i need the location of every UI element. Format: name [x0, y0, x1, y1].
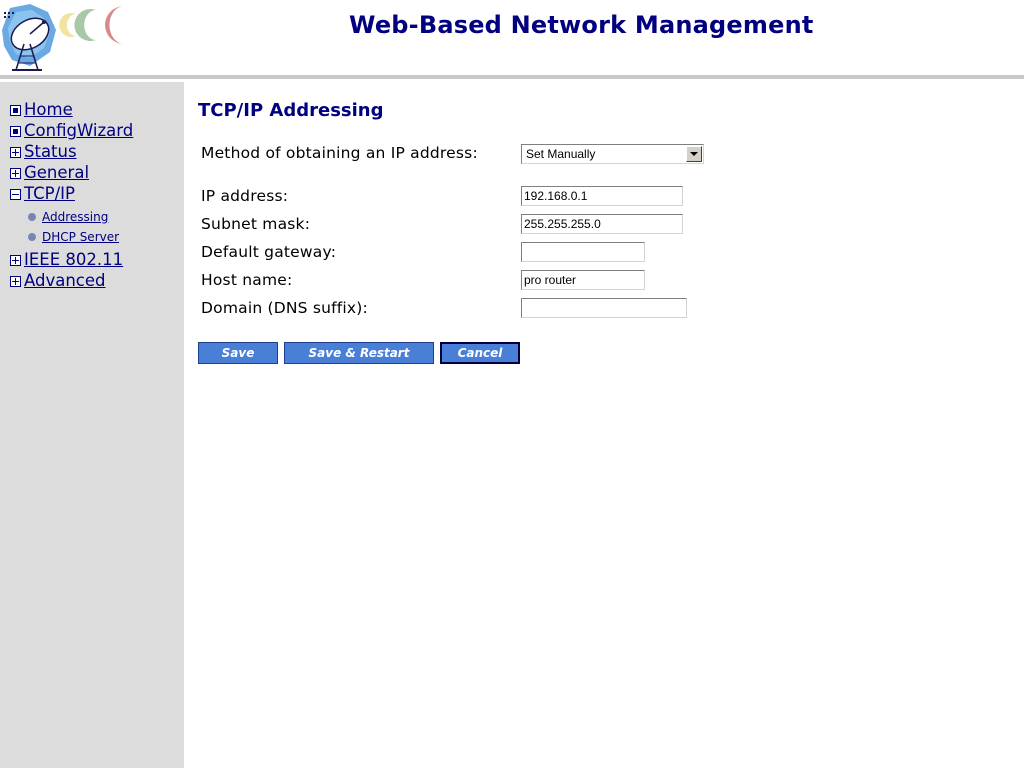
- method-label: Method of obtaining an IP address:: [201, 144, 478, 162]
- expand-plus-icon: [10, 275, 21, 287]
- header: Web-Based Network Management: [0, 0, 1024, 76]
- default-gateway-field[interactable]: [521, 242, 645, 262]
- sidebar-subitem-label: DHCP Server: [42, 230, 120, 244]
- save-button[interactable]: Save: [198, 342, 278, 364]
- sidebar-subitem-addressing[interactable]: Addressing: [28, 209, 108, 225]
- expand-plus-icon: [10, 167, 21, 179]
- cancel-button[interactable]: Cancel: [440, 342, 520, 364]
- sidebar: Home ConfigWizard Status General TCP/IP …: [0, 82, 184, 768]
- sidebar-item-status[interactable]: Status: [10, 142, 77, 162]
- sidebar-item-label: Advanced: [24, 271, 106, 290]
- satellite-dish-logo-icon: [2, 4, 124, 71]
- sidebar-item-configwizard[interactable]: ConfigWizard: [10, 121, 133, 141]
- page-title: TCP/IP Addressing: [198, 100, 384, 121]
- sidebar-subitem-dhcp-server[interactable]: DHCP Server: [28, 229, 119, 245]
- bullet-icon: [28, 213, 36, 221]
- sidebar-item-label: Home: [24, 100, 73, 119]
- dot-box-icon: [10, 125, 21, 137]
- collapse-minus-icon: [10, 188, 21, 200]
- expand-plus-icon: [10, 146, 21, 158]
- sidebar-item-label: TCP/IP: [24, 184, 75, 203]
- host-name-label: Host name:: [201, 271, 293, 289]
- sidebar-item-tcpip[interactable]: TCP/IP: [10, 184, 75, 204]
- sidebar-item-general[interactable]: General: [10, 163, 89, 183]
- sidebar-item-label: ConfigWizard: [24, 121, 134, 140]
- host-name-field[interactable]: [521, 270, 645, 290]
- subnet-mask-field[interactable]: [521, 214, 683, 234]
- domain-field[interactable]: [521, 298, 687, 318]
- app-title: Web-Based Network Management: [349, 11, 814, 39]
- sidebar-item-advanced[interactable]: Advanced: [10, 271, 106, 291]
- dot-box-icon: [10, 104, 21, 116]
- sidebar-item-label: General: [24, 163, 90, 182]
- bullet-icon: [28, 233, 36, 241]
- save-restart-button[interactable]: Save & Restart: [284, 342, 434, 364]
- sidebar-item-ieee-80211[interactable]: IEEE 802.11: [10, 250, 123, 270]
- ip-method-select[interactable]: Set Manually: [521, 144, 704, 164]
- default-gateway-label: Default gateway:: [201, 243, 337, 261]
- chevron-down-icon[interactable]: [686, 146, 702, 162]
- subnet-mask-label: Subnet mask:: [201, 215, 311, 233]
- domain-label: Domain (DNS suffix):: [201, 299, 368, 317]
- sidebar-item-home[interactable]: Home: [10, 100, 73, 120]
- ip-address-label: IP address:: [201, 187, 289, 205]
- ip-address-field[interactable]: [521, 186, 683, 206]
- sidebar-subitem-label: Addressing: [42, 210, 109, 224]
- ip-method-selected-value: Set Manually: [526, 147, 596, 161]
- sidebar-item-label: IEEE 802.11: [24, 250, 124, 269]
- expand-plus-icon: [10, 254, 21, 266]
- sidebar-item-label: Status: [24, 142, 77, 161]
